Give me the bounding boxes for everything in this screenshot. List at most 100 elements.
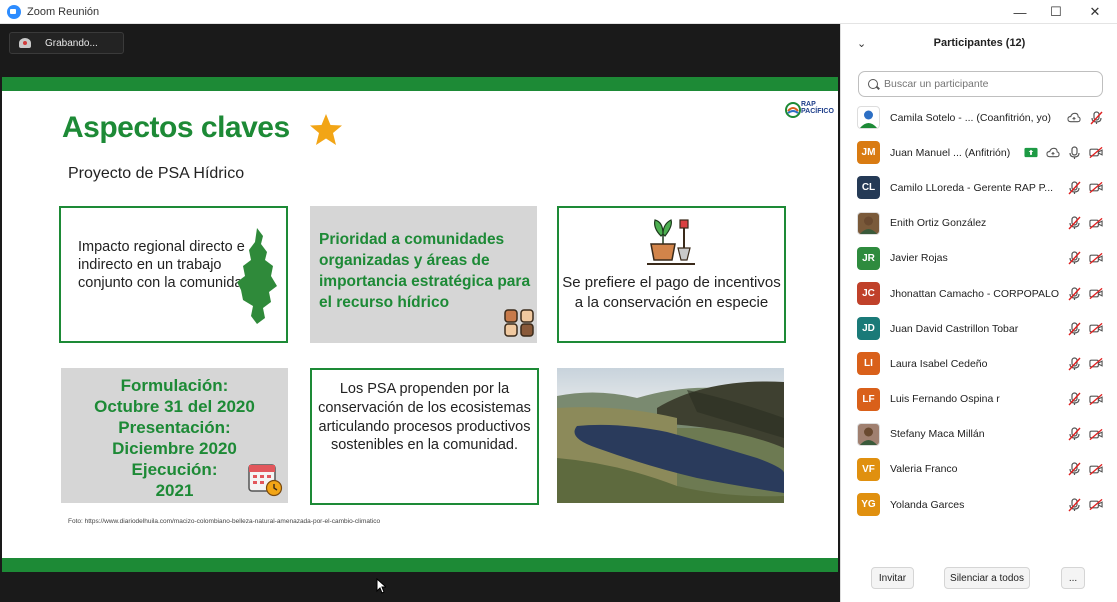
region-map-icon xyxy=(237,228,277,324)
participant-row[interactable]: JR Javier Rojas xyxy=(841,241,1117,276)
cloud-icon xyxy=(1046,146,1060,160)
participant-row[interactable]: CL Camilo LLoreda - Gerente RAP P... xyxy=(841,170,1117,205)
card-regional-impact-text: Impacto regional directo e indirecto en … xyxy=(78,239,251,291)
cloud-recording-icon xyxy=(19,38,31,48)
participant-name: Camilo LLoreda - Gerente RAP P... xyxy=(890,181,1054,194)
mute-all-button[interactable]: Silenciar a todos xyxy=(944,567,1030,589)
shared-screen-area: Grabando... RAP PACÍFICO Aspectos claves… xyxy=(0,24,840,602)
mic-muted-icon[interactable] xyxy=(1067,181,1081,195)
rap-pacifico-logo: RAP PACÍFICO xyxy=(783,99,835,123)
schedule-line: Diciembre 2020 xyxy=(112,439,237,458)
calendar-clock-icon xyxy=(248,464,283,497)
video-off-icon[interactable] xyxy=(1089,146,1103,160)
slide-bottom-bar xyxy=(2,558,838,572)
mic-muted-icon[interactable] xyxy=(1067,357,1081,371)
video-off-icon[interactable] xyxy=(1089,498,1103,512)
video-off-icon[interactable] xyxy=(1089,322,1103,336)
video-off-icon[interactable] xyxy=(1089,216,1103,230)
participant-name: Javier Rojas xyxy=(890,252,948,265)
participant-name: Camila Sotelo - ... (Coanfitrión, yo) xyxy=(890,111,1052,124)
zoom-logo-icon xyxy=(7,4,21,19)
participant-row[interactable]: VF Valeria Franco xyxy=(841,452,1117,487)
participant-name: Jhonattan Camacho - CORPOPALO xyxy=(890,287,1060,300)
participant-avatar xyxy=(857,106,880,130)
participant-avatar: JM xyxy=(857,141,880,165)
participant-search[interactable] xyxy=(858,71,1103,97)
cloud-icon xyxy=(1067,111,1081,125)
participant-name: Laura Isabel Cedeño xyxy=(890,357,988,370)
video-off-icon[interactable] xyxy=(1089,251,1103,265)
more-options-button[interactable]: ... xyxy=(1061,567,1085,589)
mic-muted-icon[interactable] xyxy=(1067,286,1081,301)
schedule-line: Octubre 31 del 2020 xyxy=(94,397,255,416)
plant-pot-shovel-icon xyxy=(647,219,695,265)
participant-row[interactable]: JM Juan Manuel ... (Anfitrión) xyxy=(841,135,1117,170)
participant-avatar: LF xyxy=(857,387,880,411)
mic-muted-icon[interactable] xyxy=(1067,498,1081,512)
participant-row[interactable]: Enith Ortiz González xyxy=(841,206,1117,241)
participant-avatar: JC xyxy=(857,282,880,306)
participant-name: Stefany Maca Millán xyxy=(890,428,985,441)
invite-button[interactable]: Invitar xyxy=(871,567,914,589)
participant-row[interactable]: LF Luis Fernando Ospina r xyxy=(841,382,1117,417)
video-off-icon[interactable] xyxy=(1089,427,1103,441)
video-off-icon[interactable] xyxy=(1089,287,1103,301)
participant-avatar xyxy=(857,211,880,235)
schedule-line: Formulación: xyxy=(120,376,229,395)
mic-muted-icon[interactable] xyxy=(1067,427,1081,441)
mic-muted-icon[interactable] xyxy=(1067,392,1081,406)
window-title: Zoom Reunión xyxy=(27,5,100,18)
search-icon xyxy=(868,79,878,89)
participants-header: ⌄ Participantes (12) xyxy=(841,34,1117,54)
mic-muted-icon[interactable] xyxy=(1067,322,1081,336)
hands-together-icon xyxy=(504,309,534,337)
participant-row[interactable]: YG Yolanda Garces xyxy=(841,487,1117,522)
close-button[interactable]: ✕ xyxy=(1077,0,1113,24)
slide-subtitle: Proyecto de PSA Hídrico xyxy=(68,165,245,182)
landscape-photo xyxy=(557,368,784,503)
logo-text-pacifico: PACÍFICO xyxy=(801,108,834,115)
card-incentives: Se prefiere el pago de incentivos a la c… xyxy=(557,206,786,343)
mic-muted-icon[interactable] xyxy=(1067,251,1081,265)
participant-name: Luis Fernando Ospina r xyxy=(890,393,1000,406)
video-off-icon[interactable] xyxy=(1089,392,1103,406)
card-incentives-text: Se prefiere el pago de incentivos a la c… xyxy=(562,274,781,311)
mic-muted-icon[interactable] xyxy=(1089,110,1103,125)
card-psa-conservation-text: Los PSA propenden por la conservación de… xyxy=(318,381,531,454)
participant-row[interactable]: Camila Sotelo - ... (Coanfitrión, yo) xyxy=(841,100,1117,135)
video-off-icon[interactable] xyxy=(1089,462,1103,476)
video-off-icon[interactable] xyxy=(1089,357,1103,371)
star-icon xyxy=(310,114,342,145)
participant-avatar: JD xyxy=(857,317,880,341)
participant-row[interactable]: JC Jhonattan Camacho - CORPOPALO xyxy=(841,276,1117,311)
schedule-line: Presentación: xyxy=(118,418,231,437)
participant-avatar: JR xyxy=(857,246,880,270)
mic-muted-icon[interactable] xyxy=(1067,216,1081,230)
participant-row[interactable]: Stefany Maca Millán xyxy=(841,417,1117,452)
participant-row[interactable]: JD Juan David Castrillon Tobar xyxy=(841,311,1117,346)
minimize-button[interactable]: — xyxy=(1002,0,1038,24)
logo-text-rap: RAP xyxy=(801,101,816,108)
participants-footer: Invitar Silenciar a todos ... xyxy=(841,567,1117,589)
participant-name: Valeria Franco xyxy=(890,463,958,476)
video-off-icon[interactable] xyxy=(1089,181,1103,195)
participant-row[interactable]: LI Laura Isabel Cedeño xyxy=(841,346,1117,381)
participant-name: Juan David Castrillon Tobar xyxy=(890,322,1019,335)
photo-credit: Foto: https://www.diariodelhuila.com/mac… xyxy=(68,518,381,525)
mic-muted-icon[interactable] xyxy=(1067,462,1081,476)
participant-name: Juan Manuel ... (Anfitrión) xyxy=(890,146,1011,159)
recording-indicator[interactable]: Grabando... xyxy=(9,32,124,54)
logo-emblem-icon xyxy=(785,102,801,118)
card-priority-text: Prioridad a comunidades organizadas y ár… xyxy=(319,231,531,311)
lake-mountain-image xyxy=(557,368,784,503)
participants-panel: ⌄ Participantes (12) Camila Sotelo - ...… xyxy=(840,24,1117,602)
card-psa-conservation: Los PSA propenden por la conservación de… xyxy=(310,368,539,505)
card-priority: Prioridad a comunidades organizadas y ár… xyxy=(310,206,537,343)
participant-search-input[interactable] xyxy=(884,78,1094,90)
maximize-button[interactable]: ☐ xyxy=(1038,0,1074,24)
participant-name: Yolanda Garces xyxy=(890,498,965,511)
participant-name: Enith Ortiz González xyxy=(890,217,987,230)
participants-title: Participantes (12) xyxy=(933,37,1026,49)
mic-icon[interactable] xyxy=(1067,146,1081,160)
share-screen-icon xyxy=(1024,146,1038,160)
